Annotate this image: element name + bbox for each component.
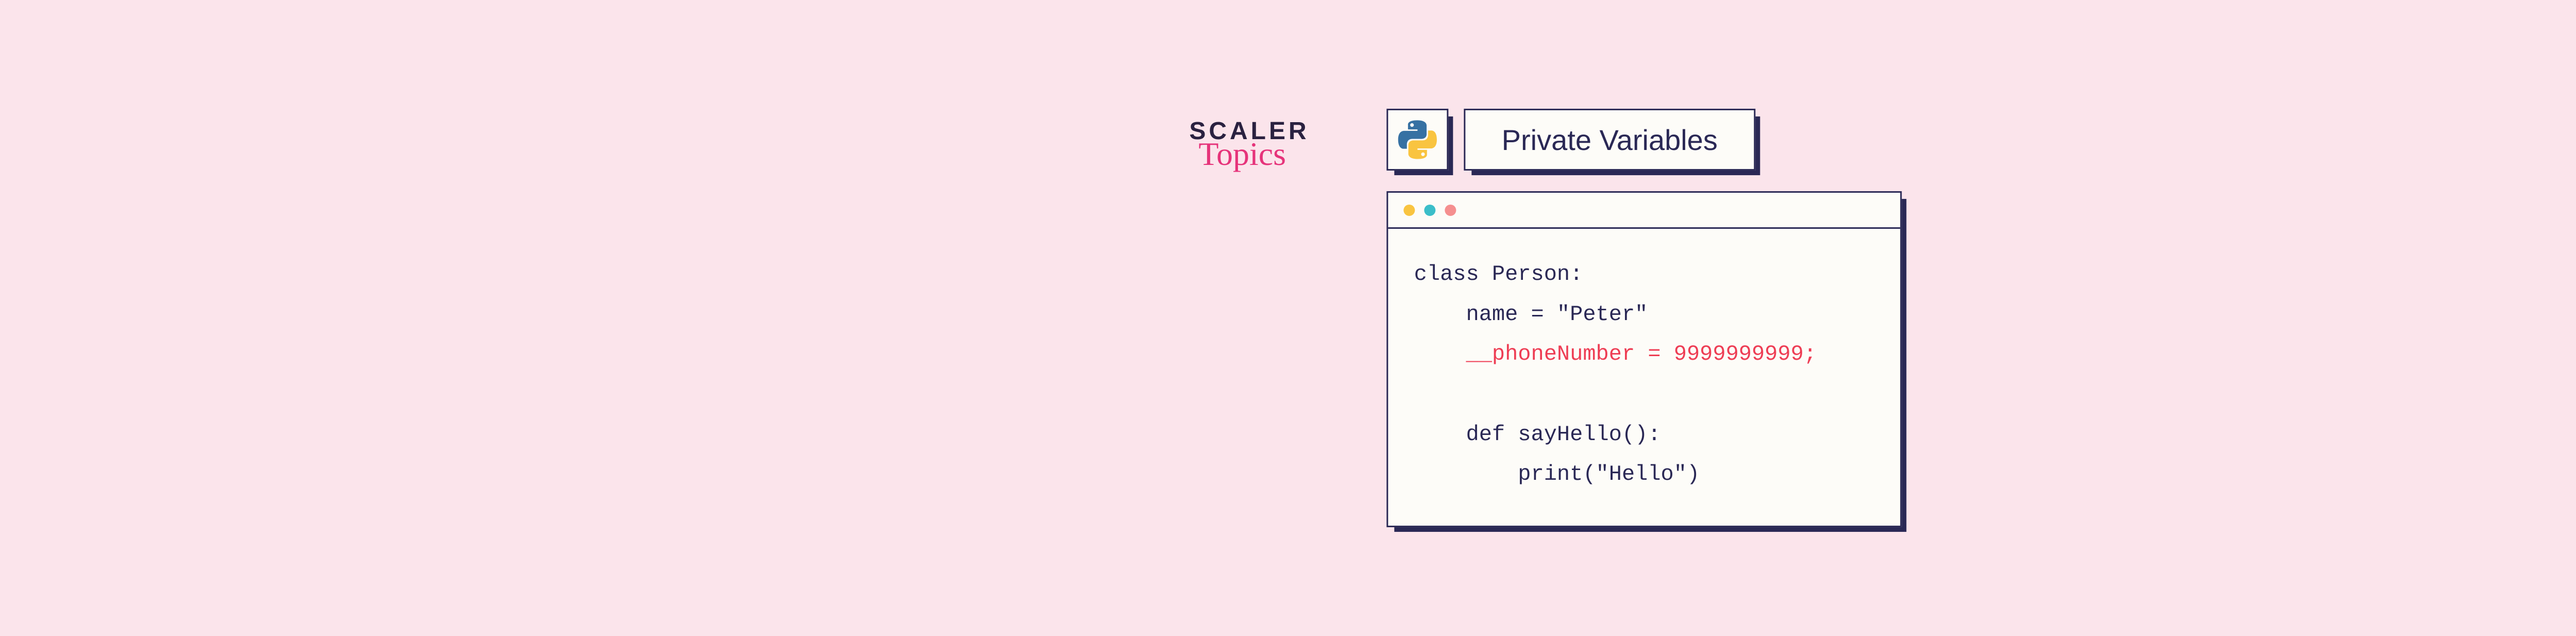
code-line-2: name = "Peter" (1414, 302, 1648, 327)
traffic-light-yellow-icon (1404, 204, 1415, 215)
python-logo-icon (1398, 120, 1438, 160)
content-column: Private Variables class Person: name = "… (1387, 109, 1902, 527)
code-line-3-private-variable: __phoneNumber = 9999999999; (1414, 342, 1817, 366)
code-window: class Person: name = "Peter" __phoneNumb… (1387, 191, 1902, 527)
language-icon-box (1387, 109, 1449, 171)
scaler-topics-logo: SCALER Topics (1189, 119, 1309, 171)
code-line-1: class Person: (1414, 262, 1583, 287)
traffic-light-pink-icon (1445, 204, 1456, 215)
code-line-5: def sayHello(): (1414, 422, 1661, 447)
traffic-light-cyan-icon (1425, 204, 1436, 215)
diagram-stage: SCALER Topics Private Variables class Pe… (1189, 109, 1902, 527)
page-title: Private Variables (1502, 123, 1718, 156)
code-block: class Person: name = "Peter" __phoneNumb… (1388, 229, 1901, 526)
title-box: Private Variables (1464, 109, 1755, 171)
window-titlebar (1388, 193, 1901, 229)
code-line-6: print("Hello") (1414, 462, 1700, 487)
header-row: Private Variables (1387, 109, 1902, 171)
